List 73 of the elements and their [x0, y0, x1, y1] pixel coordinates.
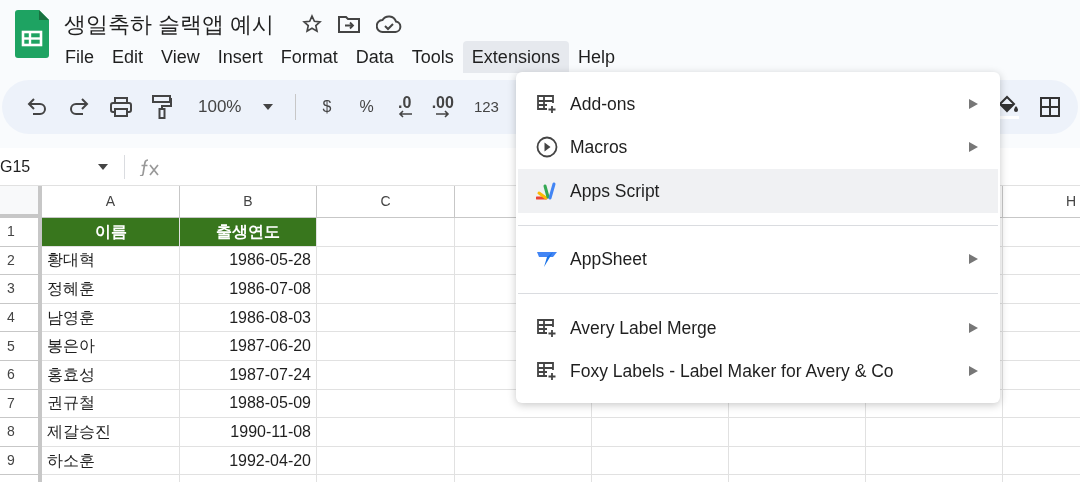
- column-header[interactable]: B: [180, 186, 317, 218]
- add-on-icon: [536, 317, 558, 338]
- print-icon[interactable]: [110, 97, 132, 117]
- caret-icon: [98, 163, 108, 170]
- table-cell: 홍효성: [42, 360, 180, 390]
- column-title: 출생연도: [180, 218, 317, 247]
- table-cell: 1992-04-20: [180, 446, 317, 476]
- cloud-check-icon[interactable]: [376, 15, 403, 33]
- currency-format-button[interactable]: $: [318, 95, 336, 119]
- row-header[interactable]: 3: [0, 275, 42, 304]
- row-header[interactable]: 8: [0, 418, 42, 447]
- table-cell: 1987-06-20: [180, 332, 317, 361]
- document-title[interactable]: 생일축하 슬랙앱 예시: [64, 7, 275, 41]
- table-cell: 1986-07-08: [180, 275, 317, 304]
- zoom-dropdown[interactable]: 100%: [198, 94, 274, 120]
- add-on-icon: [536, 93, 558, 114]
- menu-item[interactable]: Insert: [208, 41, 272, 73]
- undo-icon[interactable]: [26, 97, 48, 117]
- menu-option-label: Macros: [570, 136, 629, 160]
- play-circle-icon: [536, 136, 558, 159]
- table-cell: 하소훈: [42, 446, 180, 476]
- menu-option-label: Avery Label Merge: [570, 316, 718, 340]
- table-cell: 남영훈: [42, 303, 180, 333]
- row-header[interactable]: 7: [0, 389, 42, 419]
- menu-item[interactable]: Edit: [103, 41, 153, 73]
- table-cell: 1988-05-09: [180, 389, 317, 419]
- table-cell: 제갈승진: [42, 418, 180, 447]
- row-header[interactable]: 5: [0, 332, 42, 361]
- table-cell: 1986-08-03: [180, 303, 317, 333]
- right-arrow-icon: [435, 110, 450, 118]
- name-box[interactable]: G15: [0, 154, 114, 179]
- borders-icon[interactable]: [1040, 97, 1060, 117]
- row-header[interactable]: 4: [0, 303, 42, 333]
- table-cell: 권규철: [42, 389, 180, 419]
- menu-item[interactable]: Data: [346, 41, 403, 73]
- menu-item[interactable]: View: [152, 41, 209, 73]
- table-cell: 1987-07-24: [180, 360, 317, 390]
- menu-option-label: Apps Script: [570, 179, 661, 203]
- menu-item[interactable]: Format: [271, 41, 347, 73]
- menu-item[interactable]: Extensions: [462, 41, 569, 73]
- apps-script-icon: [536, 180, 558, 201]
- number-format-button[interactable]: 123: [473, 95, 499, 119]
- percent-format-button[interactable]: %: [355, 95, 378, 119]
- menu-item[interactable]: File: [56, 41, 103, 73]
- increase-decimal-button[interactable]: .00: [431, 96, 454, 118]
- decrease-decimal-button[interactable]: .0: [397, 96, 412, 118]
- column-header[interactable]: C: [317, 186, 455, 218]
- table-cell: 정혜훈: [42, 275, 180, 304]
- menu-option[interactable]: Apps Script: [518, 169, 998, 213]
- caret-icon: [263, 104, 274, 110]
- redo-icon[interactable]: [68, 97, 90, 117]
- menu-item[interactable]: Tools: [402, 41, 463, 73]
- add-on-icon: [536, 361, 558, 382]
- move-folder-icon[interactable]: [338, 15, 361, 33]
- table-cell: 1990-11-08: [180, 418, 317, 447]
- menu-option-label: Add-ons: [570, 92, 637, 116]
- left-arrow-icon: [397, 110, 412, 118]
- menu-option-label: AppSheet: [570, 248, 648, 272]
- menu-option-label: Foxy Labels - Label Maker for Avery & Co: [570, 360, 895, 384]
- function-icon: [139, 157, 161, 176]
- menu-item[interactable]: Help: [568, 41, 624, 73]
- table-cell: 1986-05-28: [180, 246, 317, 276]
- row-header[interactable]: 6: [0, 360, 42, 390]
- row-header[interactable]: 9: [0, 446, 42, 476]
- column-title: 이름: [42, 218, 180, 247]
- sheets-logo-icon[interactable]: [15, 10, 49, 58]
- table-cell: 봉은아: [42, 332, 180, 361]
- star-icon[interactable]: [302, 14, 323, 34]
- table-cell: 황대혁: [42, 246, 180, 276]
- row-header[interactable]: 2: [0, 246, 42, 276]
- column-header[interactable]: A: [42, 186, 180, 218]
- paint-format-icon[interactable]: [152, 95, 172, 119]
- row-header[interactable]: 1: [0, 218, 42, 247]
